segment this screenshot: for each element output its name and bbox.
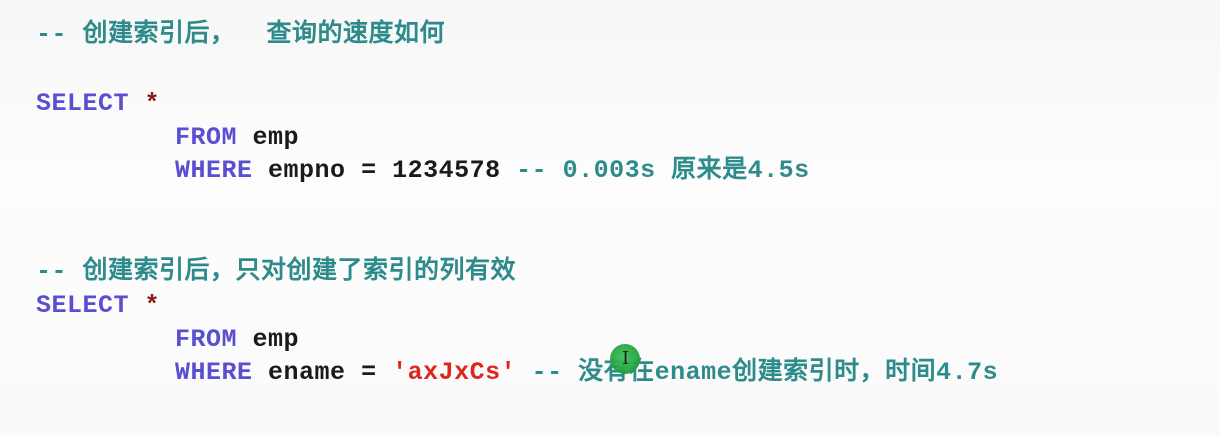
where-line-1: WHERE empno = 1234578 -- 0.003s 原来是4.5s bbox=[175, 156, 810, 186]
where-column: ename bbox=[268, 358, 346, 387]
from-keyword: FROM bbox=[175, 325, 238, 354]
from-line-2: FROM emp bbox=[175, 325, 299, 355]
trailing-comment: -- 0.003s 原来是4.5s bbox=[516, 156, 810, 185]
comment-line-2: -- 创建索引后，只对创建了索引的列有效 bbox=[36, 257, 517, 286]
where-value: 1234578 bbox=[392, 156, 501, 185]
where-keyword: WHERE bbox=[175, 156, 253, 185]
mouse-cursor-icon: I bbox=[622, 348, 630, 369]
select-line-2: SELECT * bbox=[36, 291, 160, 321]
comment-line-1: -- 创建索引后， 查询的速度如何 bbox=[36, 20, 446, 49]
sql-editor[interactable]: -- 创建索引后， 查询的速度如何 SELECT * FROM emp WHER… bbox=[0, 0, 1220, 435]
where-keyword: WHERE bbox=[175, 358, 253, 387]
from-keyword: FROM bbox=[175, 123, 238, 152]
where-line-2: WHERE ename = 'axJxCs' -- 没有在ename创建索引时，… bbox=[175, 358, 998, 388]
where-string-value: 'axJxCs' bbox=[392, 358, 517, 387]
where-operator: = bbox=[361, 358, 377, 387]
where-column: empno bbox=[268, 156, 346, 185]
select-keyword: SELECT bbox=[36, 89, 130, 118]
select-star: * bbox=[144, 291, 161, 320]
trailing-comment: -- 没有在ename创建索引时，时间4.7s bbox=[531, 358, 999, 387]
select-keyword: SELECT bbox=[36, 291, 130, 320]
from-table: emp bbox=[252, 325, 300, 354]
select-line-1: SELECT * bbox=[36, 89, 160, 119]
where-operator: = bbox=[361, 156, 377, 185]
from-table: emp bbox=[252, 123, 300, 152]
select-star: * bbox=[144, 89, 161, 118]
from-line-1: FROM emp bbox=[175, 123, 299, 153]
